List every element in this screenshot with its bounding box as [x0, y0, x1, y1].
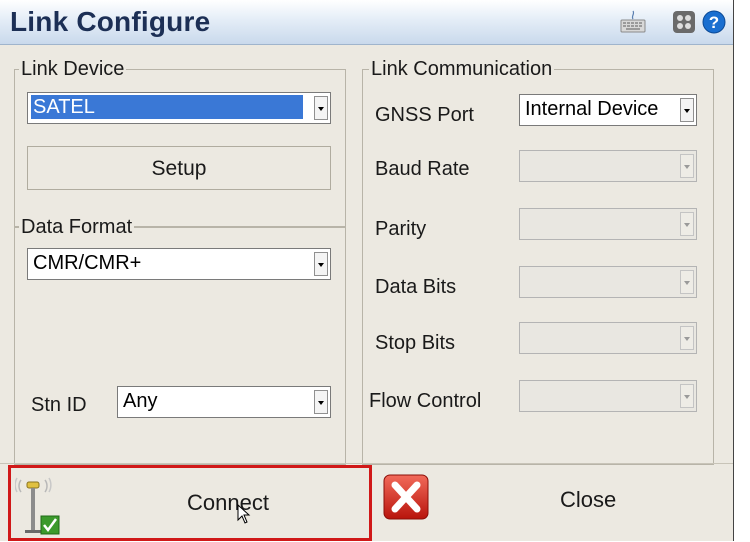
- link-device-group: Link Device SATEL Setup: [14, 58, 346, 227]
- chevron-down-icon: [680, 270, 694, 294]
- bottom-separator: [0, 463, 734, 464]
- chevron-down-icon[interactable]: [314, 390, 328, 414]
- setup-button[interactable]: Setup: [27, 146, 331, 190]
- link-device-legend: Link Device: [19, 58, 127, 80]
- baud-rate-label: Baud Rate: [375, 158, 470, 180]
- stop-bits-label: Stop Bits: [375, 332, 456, 354]
- link-communication-legend: Link Communication: [369, 58, 555, 80]
- flow-control-select: [519, 380, 697, 412]
- data-bits-select: [519, 266, 697, 298]
- app-switch-icon[interactable]: [672, 10, 696, 34]
- keyboard-icon[interactable]: [620, 10, 646, 33]
- chevron-down-icon[interactable]: [314, 252, 328, 276]
- data-format-group: Data Format CMR/CMR+ Stn ID Any: [14, 216, 346, 465]
- data-format-legend: Data Format: [19, 216, 135, 238]
- baud-rate-select: [519, 150, 697, 182]
- help-glyph: ?: [709, 13, 719, 32]
- gnss-port-label: GNSS Port: [375, 104, 474, 126]
- stn-id-select[interactable]: Any: [117, 386, 331, 418]
- close-x-icon: [382, 473, 430, 527]
- parity-label: Parity: [375, 218, 427, 240]
- gnss-port-value: Internal Device: [525, 98, 659, 120]
- parity-select: [519, 208, 697, 240]
- dialog-body: Link Device SATEL Setup Data Format CMR/…: [0, 45, 734, 541]
- window-title: Link Configure: [10, 6, 211, 37]
- link-communication-group: Link Communication GNSS Port Internal De…: [362, 58, 714, 465]
- mouse-cursor-icon: [237, 503, 251, 530]
- close-label: Close: [560, 487, 617, 512]
- link-device-select[interactable]: SATEL: [27, 92, 331, 124]
- data-format-select[interactable]: CMR/CMR+: [27, 248, 331, 280]
- title-bar: Link Configure ?: [0, 0, 734, 45]
- chevron-down-icon: [680, 326, 694, 350]
- antenna-connect-icon: [14, 472, 61, 542]
- link-device-value: SATEL: [31, 95, 303, 119]
- chevron-down-icon[interactable]: [680, 98, 694, 122]
- flow-control-label: Flow Control: [369, 390, 482, 412]
- data-format-value: CMR/CMR+: [33, 252, 142, 274]
- chevron-down-icon: [680, 384, 694, 408]
- chevron-down-icon: [680, 212, 694, 236]
- stop-bits-select: [519, 322, 697, 354]
- right-edge-frame: [733, 0, 750, 541]
- data-bits-label: Data Bits: [375, 276, 457, 298]
- help-icon[interactable]: ?: [702, 10, 726, 34]
- connect-button[interactable]: Connect: [8, 465, 372, 541]
- chevron-down-icon: [680, 154, 694, 178]
- connect-label: Connect: [187, 490, 269, 515]
- close-button[interactable]: Close: [378, 465, 734, 541]
- gnss-port-select[interactable]: Internal Device: [519, 94, 697, 126]
- stn-id-value: Any: [123, 390, 158, 412]
- stn-id-label: Stn ID: [31, 394, 87, 416]
- chevron-down-icon[interactable]: [314, 96, 328, 120]
